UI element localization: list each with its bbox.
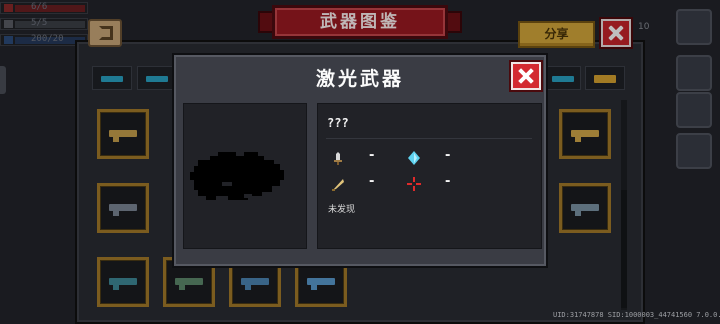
dialog-close-button[interactable] — [511, 62, 541, 90]
dagger-icon — [334, 152, 342, 165]
weapon-info-panel: ??? - - - - 未发现 — [317, 103, 542, 249]
weapon-silhouette-icon — [190, 152, 284, 200]
damage-value: - — [369, 148, 375, 163]
divider — [326, 138, 532, 139]
diamond-icon — [408, 151, 420, 165]
crit-value: - — [369, 174, 375, 189]
discovery-status: 未发现 — [328, 205, 356, 215]
game-screen: 6/6 5/5 200/20 武器图鉴 分享 10 UID:31747878 S… — [0, 0, 720, 324]
crosshair-icon — [407, 177, 421, 191]
weapon-detail-dialog: 激光武器 ??? - - - - 未发现 — [172, 53, 548, 268]
energy-cost-value: - — [445, 148, 451, 163]
weapon-preview — [183, 103, 307, 249]
feather-icon — [332, 179, 344, 191]
spread-value: - — [445, 174, 451, 189]
dialog-title: 激光武器 — [315, 68, 404, 90]
weapon-name: ??? — [327, 116, 349, 130]
